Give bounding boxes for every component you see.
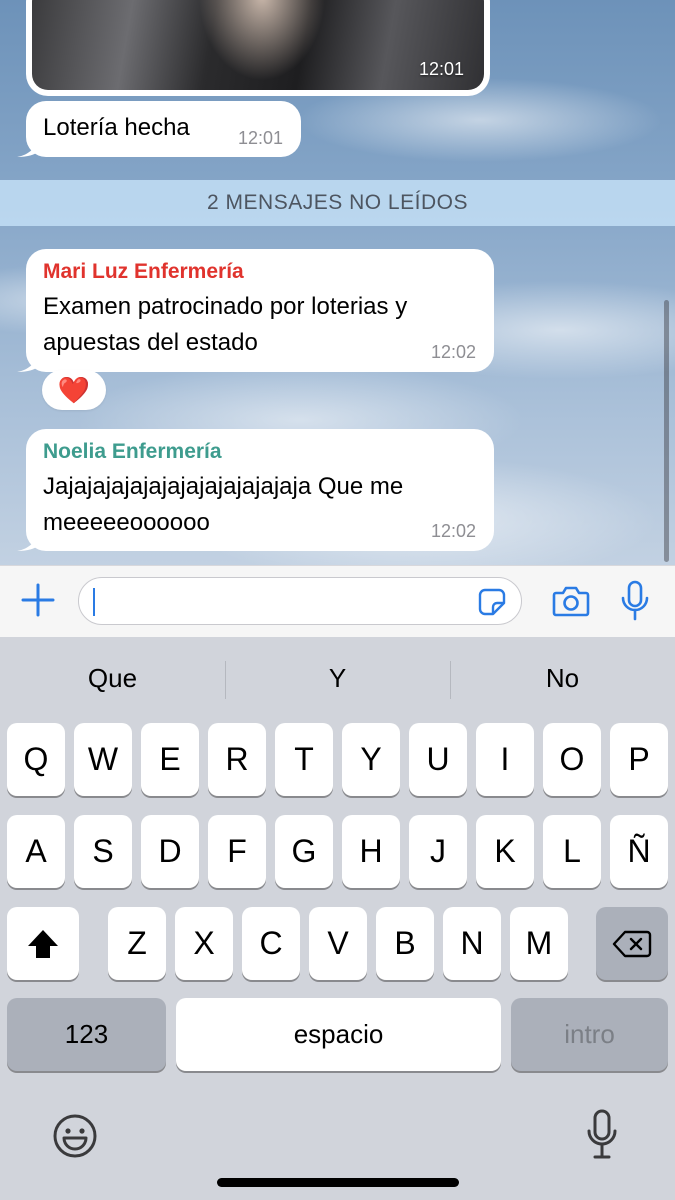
key-t[interactable]: T [275, 723, 333, 796]
message-time: 12:01 [237, 128, 283, 148]
home-indicator[interactable] [217, 1178, 459, 1187]
key-e[interactable]: E [141, 723, 199, 796]
return-key[interactable]: intro [511, 998, 668, 1071]
message-bubble[interactable]: Mari Luz Enfermería Examen patrocinado p… [17, 249, 494, 372]
heart-reaction-emoji: ❤️ [57, 374, 91, 405]
key-u[interactable]: U [409, 723, 467, 796]
shift-key[interactable] [7, 907, 79, 980]
text-cursor [93, 588, 95, 616]
microphone-icon[interactable] [620, 580, 650, 622]
key-x[interactable]: X [175, 907, 233, 980]
key-h[interactable]: H [342, 815, 400, 888]
message-text-line: meeeeeoooooo [43, 509, 210, 536]
sticker-icon[interactable] [477, 587, 507, 617]
numbers-key[interactable]: 123 [7, 998, 166, 1071]
key-a[interactable]: A [7, 815, 65, 888]
message-time: 12:01 [418, 59, 464, 79]
backspace-icon [612, 930, 652, 957]
key-o[interactable]: O [543, 723, 601, 796]
unread-banner-text: 2 MENSAJES NO LEÍDOS [207, 191, 468, 214]
message-text-line: Jajajajajajajajajajajajajaja Que me [43, 473, 404, 500]
message-bubble[interactable]: Lotería hecha 12:01 [17, 101, 301, 157]
key-g[interactable]: G [275, 815, 333, 888]
key-k[interactable]: K [476, 815, 534, 888]
suggestion-que[interactable]: Que [0, 655, 225, 701]
key-c[interactable]: C [242, 907, 300, 980]
unread-messages-banner: 2 MENSAJES NO LEÍDOS [0, 180, 675, 226]
key-r[interactable]: R [208, 723, 266, 796]
message-text-line: Examen patrocinado por loterias y [43, 293, 408, 320]
message-input-bar [0, 565, 675, 637]
plus-icon[interactable] [20, 582, 56, 618]
emoji-icon[interactable] [52, 1113, 98, 1159]
key-s[interactable]: S [74, 815, 132, 888]
dictation-icon[interactable] [586, 1109, 618, 1161]
heart-reaction[interactable]: ❤️ [42, 370, 106, 410]
key-n[interactable]: N [443, 907, 501, 980]
suggestion-no[interactable]: No [450, 655, 675, 701]
message-text-line: apuestas del estado [43, 329, 258, 356]
scrollbar[interactable] [664, 300, 669, 562]
photo-image[interactable]: 12:01 [32, 0, 484, 90]
camera-icon[interactable] [552, 584, 590, 618]
backspace-key[interactable] [596, 907, 668, 980]
key-m[interactable]: M [510, 907, 568, 980]
key-l[interactable]: L [543, 815, 601, 888]
key-y[interactable]: Y [342, 723, 400, 796]
bubble-tail [17, 137, 39, 157]
shift-icon [28, 929, 58, 958]
message-input[interactable] [78, 577, 522, 625]
message-bubble[interactable]: Noelia Enfermería Jajajajajajajajajajaja… [17, 429, 494, 551]
key-b[interactable]: B [376, 907, 434, 980]
bubble-tail [17, 531, 39, 551]
sender-name[interactable]: Noelia Enfermería [43, 438, 222, 466]
key-p[interactable]: P [610, 723, 668, 796]
bubble-tail [17, 352, 39, 372]
message-time: 12:02 [430, 342, 476, 362]
key-enye[interactable]: Ñ [610, 815, 668, 888]
key-w[interactable]: W [74, 723, 132, 796]
key-q[interactable]: Q [7, 723, 65, 796]
key-j[interactable]: J [409, 815, 467, 888]
photo-message[interactable]: 12:01 [26, 0, 490, 96]
message-text: Lotería hecha [43, 114, 190, 141]
key-f[interactable]: F [208, 815, 266, 888]
suggestion-y[interactable]: Y [225, 655, 450, 701]
key-d[interactable]: D [141, 815, 199, 888]
keyboard: Que Y No Q W E R T Y U I O P A S D F G H… [0, 637, 675, 1200]
space-key[interactable]: espacio [176, 998, 501, 1071]
chat-area[interactable]: 12:01 Lotería hecha 12:01 2 MENSAJES NO … [0, 0, 675, 565]
suggestion-bar: Que Y No [0, 655, 675, 701]
message-time: 12:02 [430, 521, 476, 541]
key-z[interactable]: Z [108, 907, 166, 980]
key-v[interactable]: V [309, 907, 367, 980]
key-i[interactable]: I [476, 723, 534, 796]
sender-name[interactable]: Mari Luz Enfermería [43, 258, 244, 286]
